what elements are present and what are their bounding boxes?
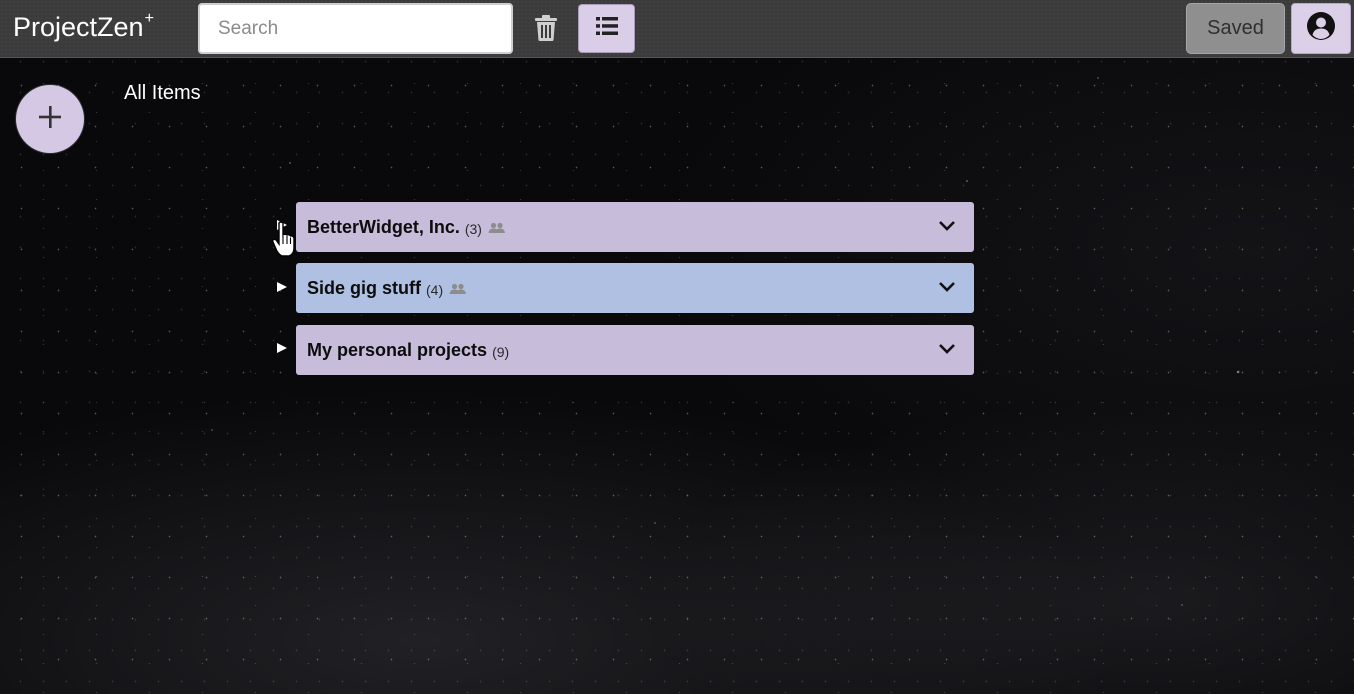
list-item-title: BetterWidget, Inc. — [307, 216, 460, 237]
breadcrumb: All Items — [124, 82, 201, 104]
list-item-count: (3) — [464, 220, 482, 237]
app-name-superscript: + — [144, 10, 154, 27]
app-logo[interactable]: ProjectZen+ — [13, 10, 154, 43]
shared-users-icon — [488, 222, 506, 234]
list-item-count: (9) — [492, 343, 510, 360]
saved-button[interactable]: Saved — [1186, 3, 1285, 54]
list-item[interactable]: My personal projects (9) — [296, 325, 974, 375]
chevron-down-icon[interactable] — [938, 219, 956, 237]
list-view-icon — [595, 16, 618, 41]
list-item[interactable]: BetterWidget, Inc. (3) — [296, 202, 974, 252]
chevron-down-icon[interactable] — [938, 342, 956, 360]
list-view-button[interactable] — [578, 4, 635, 53]
shared-users-icon — [449, 283, 467, 295]
list-item-count: (4) — [426, 281, 444, 298]
starfield-background — [0, 58, 1354, 694]
app-name: ProjectZen — [13, 12, 144, 42]
plus-icon — [38, 105, 62, 134]
add-item-button[interactable] — [16, 85, 84, 153]
list-item[interactable]: Side gig stuff (4) — [296, 263, 974, 313]
user-account-button[interactable] — [1291, 3, 1351, 54]
expand-toggle-icon[interactable] — [277, 343, 287, 353]
trash-icon[interactable] — [533, 14, 559, 42]
list-item-title: Side gig stuff — [307, 277, 421, 298]
search-input[interactable] — [198, 3, 513, 54]
chevron-down-icon[interactable] — [938, 280, 956, 298]
hand-cursor-icon — [271, 221, 296, 264]
user-account-icon — [1306, 11, 1336, 46]
list-item-title: My personal projects — [307, 339, 488, 360]
top-bar: ProjectZen+ Saved — [0, 0, 1354, 58]
expand-toggle-icon[interactable] — [277, 282, 287, 292]
